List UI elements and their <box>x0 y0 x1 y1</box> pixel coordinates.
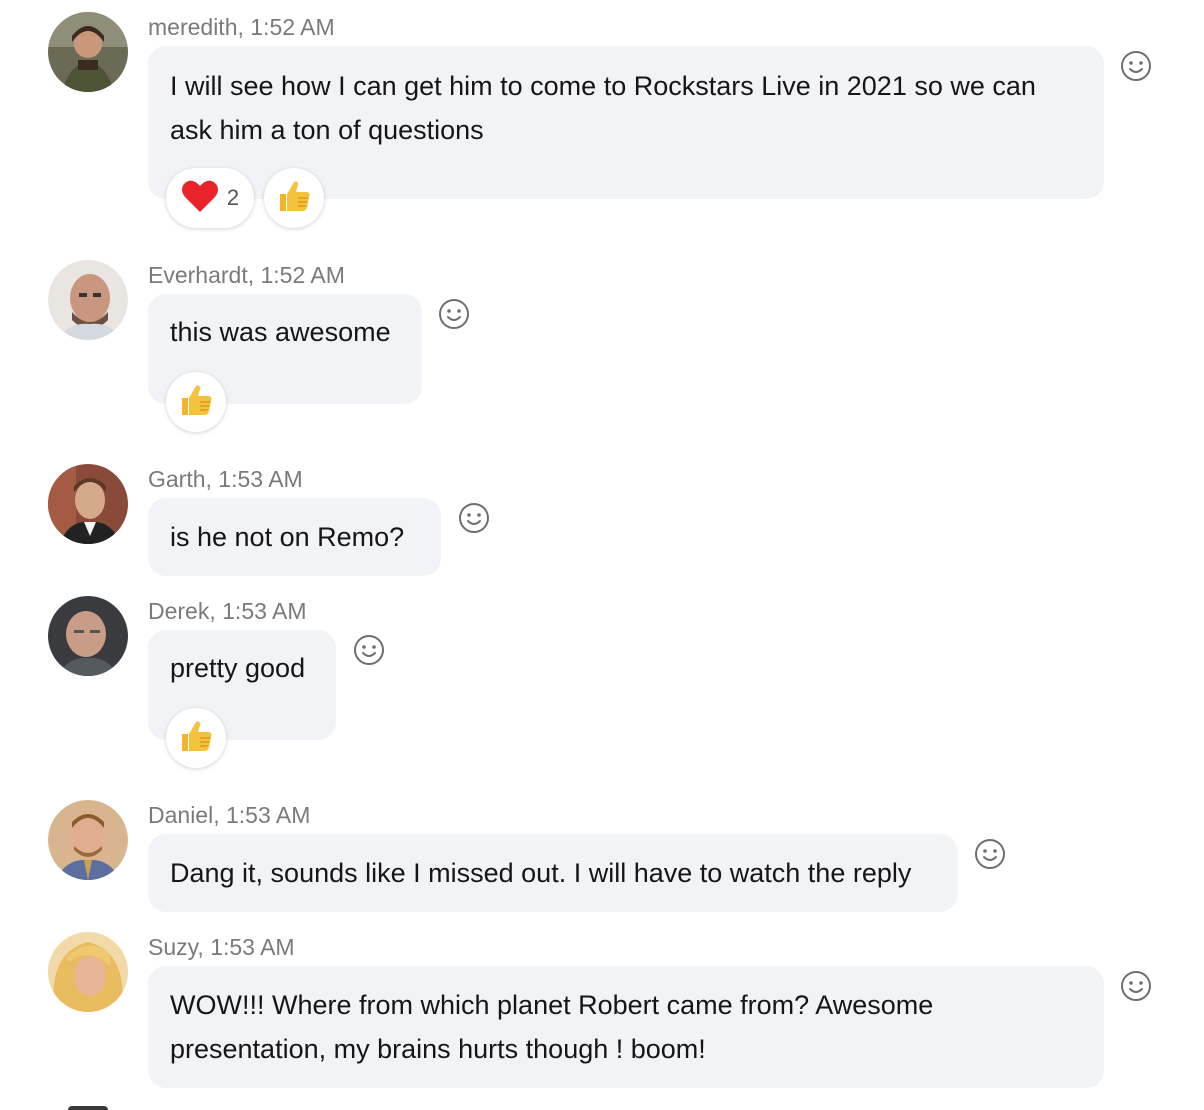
reaction-heart[interactable]: 2 <box>166 168 254 228</box>
add-reaction-smiley-icon[interactable] <box>437 297 471 331</box>
avatar[interactable] <box>48 800 128 880</box>
reaction-bar <box>166 372 226 432</box>
message-meta: Suzy, 1:53 AM <box>148 934 295 960</box>
message-meta: Garth, 1:53 AM <box>148 466 303 492</box>
add-reaction-smiley-icon[interactable] <box>1119 49 1153 83</box>
thumbs-up-icon <box>276 178 312 219</box>
avatar[interactable] <box>48 932 128 1012</box>
reaction-thumbs-up[interactable] <box>264 168 324 228</box>
message-text-line: Dang it, sounds like I missed out. I wil… <box>170 858 912 888</box>
message-meta: Daniel, 1:53 AM <box>148 802 311 828</box>
message-text-line: presentation, my brains hurts though ! b… <box>170 1034 706 1064</box>
thumbs-up-icon <box>178 382 214 423</box>
message-meta: meredith, 1:52 AM <box>148 14 335 40</box>
add-reaction-smiley-icon[interactable] <box>973 837 1007 871</box>
heart-icon <box>181 179 219 218</box>
message-text-line: this was awesome <box>170 317 391 347</box>
reaction-count: 2 <box>226 185 240 210</box>
message-bubble: Dang it, sounds like I missed out. I wil… <box>148 834 958 912</box>
avatar[interactable] <box>48 260 128 340</box>
thumbs-up-icon <box>178 718 214 759</box>
message-text-line: ask him a ton of questions <box>170 115 484 145</box>
message-text-line: is he not on Remo? <box>170 522 405 552</box>
avatar[interactable] <box>48 12 128 92</box>
avatar[interactable] <box>68 1106 108 1110</box>
message-meta: Derek, 1:53 AM <box>148 598 307 624</box>
reaction-bar: 2 <box>166 168 324 228</box>
add-reaction-smiley-icon[interactable] <box>1119 969 1153 1003</box>
reaction-bar <box>166 708 226 768</box>
reaction-thumbs-up[interactable] <box>166 372 226 432</box>
add-reaction-smiley-icon[interactable] <box>457 501 491 535</box>
message-bubble: is he not on Remo? <box>148 498 441 576</box>
add-reaction-smiley-icon[interactable] <box>352 633 386 667</box>
message-meta: Everhardt, 1:52 AM <box>148 262 345 288</box>
avatar[interactable] <box>48 464 128 544</box>
message-text-line: I will see how I can get him to come to … <box>170 71 1036 101</box>
message-bubble: WOW!!! Where from which planet Robert ca… <box>148 966 1104 1088</box>
message-text-line: pretty good <box>170 653 306 683</box>
message-text-line: WOW!!! Where from which planet Robert ca… <box>170 990 934 1020</box>
reaction-thumbs-up[interactable] <box>166 708 226 768</box>
avatar[interactable] <box>48 596 128 676</box>
